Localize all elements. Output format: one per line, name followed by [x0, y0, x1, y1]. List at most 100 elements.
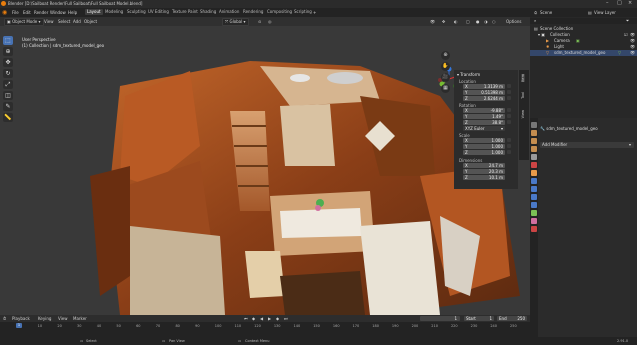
- menu-marker[interactable]: Marker: [73, 316, 87, 321]
- lock-icon[interactable]: [507, 114, 511, 118]
- orientation-dropdown[interactable]: ⤧ Global ▾: [222, 18, 249, 26]
- particles-tab-icon[interactable]: [531, 186, 537, 192]
- tool-tab-icon[interactable]: [531, 122, 537, 128]
- timeline-editor-icon[interactable]: ⏱: [3, 316, 6, 321]
- menu-view[interactable]: View: [44, 19, 54, 24]
- dimensions-x-field[interactable]: X 24.7 m: [463, 163, 505, 168]
- overlay-toggle-icon[interactable]: ◐: [454, 19, 458, 24]
- modifier-tab-icon[interactable]: [531, 178, 537, 184]
- current-frame-field[interactable]: 1: [420, 316, 460, 321]
- output-tab-icon[interactable]: [531, 138, 537, 144]
- material-tab-icon[interactable]: [531, 218, 537, 224]
- snap-icon[interactable]: ⊙: [258, 19, 261, 24]
- lock-icon[interactable]: [507, 144, 511, 148]
- jump-end-icon[interactable]: ⏭: [284, 316, 288, 321]
- lock-icon[interactable]: [507, 108, 511, 112]
- constraints-tab-icon[interactable]: [531, 202, 537, 208]
- rotation-x-field[interactable]: X -9.88°: [463, 108, 505, 113]
- world-tab-icon[interactable]: [531, 162, 537, 168]
- view-layer-tab-icon[interactable]: [531, 146, 537, 152]
- move-tool-icon[interactable]: ✥: [3, 58, 13, 67]
- shading-material-icon[interactable]: ◑: [484, 19, 488, 24]
- outliner-filter-icon[interactable]: ⌕: [534, 18, 536, 24]
- menu-help[interactable]: Help: [68, 10, 77, 15]
- location-x-field[interactable]: X 1.3139 m: [463, 84, 505, 89]
- play-reverse-icon[interactable]: ◀: [260, 316, 263, 321]
- add-modifier-dropdown[interactable]: Add Modifier ▾: [540, 142, 634, 148]
- lock-icon[interactable]: [507, 84, 511, 88]
- play-icon[interactable]: ▶: [268, 316, 271, 321]
- scale-z-field[interactable]: Z 1.000: [463, 150, 505, 155]
- lock-icon[interactable]: [507, 96, 511, 100]
- proportional-edit-icon[interactable]: ◎: [268, 19, 272, 24]
- lock-icon[interactable]: [507, 90, 511, 94]
- menu-view[interactable]: View: [58, 316, 68, 321]
- end-frame-field[interactable]: End 250: [497, 316, 527, 321]
- dimensions-z-field[interactable]: Z 10.1 m: [463, 175, 505, 180]
- tab-scripting[interactable]: Scripting: [292, 9, 314, 15]
- blender-menu-icon[interactable]: ◉: [2, 9, 7, 16]
- menu-window[interactable]: Window: [50, 10, 66, 15]
- menu-edit[interactable]: Edit: [23, 10, 31, 15]
- location-z-field[interactable]: Z 2.6244 m: [463, 96, 505, 101]
- lock-icon[interactable]: [507, 120, 511, 124]
- object-data-tab-icon[interactable]: [531, 210, 537, 216]
- tab-texture-paint[interactable]: Texture Paint: [170, 9, 200, 15]
- menu-select[interactable]: Select: [58, 19, 70, 24]
- lock-icon[interactable]: [507, 138, 511, 142]
- tab-layout[interactable]: Layout: [85, 9, 103, 15]
- zoom-view-icon[interactable]: ⊕: [441, 51, 450, 60]
- annotate-tool-icon[interactable]: ✎: [3, 102, 13, 111]
- rotate-tool-icon[interactable]: ↻: [3, 69, 13, 78]
- next-keyframe-icon[interactable]: ◆: [276, 316, 279, 321]
- 3d-viewport[interactable]: User Perspective (1) Collection | sdm_te…: [0, 26, 530, 315]
- shading-solid-icon[interactable]: ●: [476, 19, 480, 24]
- filter-funnel-icon[interactable]: ⏷: [626, 18, 629, 24]
- tab-animation[interactable]: Animation: [217, 9, 241, 15]
- options-menu[interactable]: Options: [506, 19, 521, 24]
- add-workspace-icon[interactable]: +: [313, 10, 316, 15]
- playhead[interactable]: 1: [16, 323, 22, 328]
- tab-sculpting[interactable]: Sculpting: [125, 9, 148, 15]
- measure-tool-icon[interactable]: 📏: [3, 113, 13, 122]
- tab-rendering[interactable]: Rendering: [241, 9, 265, 15]
- start-frame-field[interactable]: Start 1: [464, 316, 494, 321]
- list-item[interactable]: ▽ sdm_textured_model_geo ▽ 👁: [530, 50, 637, 56]
- menu-keying[interactable]: Keying: [38, 316, 51, 321]
- select-box-tool-icon[interactable]: ⬚: [3, 36, 13, 45]
- minimize-icon[interactable]: –: [606, 1, 609, 6]
- cursor-tool-icon[interactable]: ⊕: [3, 47, 13, 56]
- close-icon[interactable]: ×: [628, 1, 632, 6]
- object-tab-icon[interactable]: [531, 170, 537, 176]
- rotation-mode-dropdown[interactable]: XYZ Euler ▾: [463, 126, 505, 131]
- visibility-icon[interactable]: 👁: [430, 19, 435, 24]
- view-layer-name[interactable]: View Layer: [594, 10, 616, 15]
- menu-file[interactable]: File: [12, 10, 19, 15]
- projection-toggle-icon[interactable]: ▦: [441, 84, 450, 93]
- menu-add[interactable]: Add: [73, 19, 81, 24]
- menu-object[interactable]: Object: [84, 19, 97, 24]
- tab-tool[interactable]: Tool: [521, 92, 525, 99]
- tab-modeling[interactable]: Modeling: [103, 9, 125, 15]
- jump-start-icon[interactable]: ⏮: [244, 316, 248, 321]
- dimensions-y-field[interactable]: Y 20.3 m: [463, 169, 505, 174]
- xray-icon[interactable]: ▢: [466, 19, 470, 24]
- scene-tab-icon[interactable]: [531, 154, 537, 160]
- tab-item[interactable]: Item: [521, 74, 525, 82]
- transform-header[interactable]: ▾ Transform: [457, 72, 480, 77]
- menu-render[interactable]: Render: [34, 10, 48, 15]
- tab-view[interactable]: View: [521, 110, 525, 118]
- rotation-y-field[interactable]: Y 1.49°: [463, 114, 505, 119]
- scale-tool-icon[interactable]: ⤢: [3, 80, 13, 89]
- gizmo-toggle-icon[interactable]: ✥: [442, 19, 445, 24]
- shading-rendered-icon[interactable]: ○: [492, 19, 496, 24]
- scene-name[interactable]: Scene: [540, 10, 552, 15]
- prev-keyframe-icon[interactable]: ◆: [252, 316, 255, 321]
- pan-view-icon[interactable]: ✋: [441, 62, 450, 71]
- location-y-field[interactable]: Y 0.51398 m: [463, 90, 505, 95]
- render-tab-icon[interactable]: [531, 130, 537, 136]
- menu-playback[interactable]: Playback: [12, 316, 30, 321]
- tab-shading[interactable]: Shading: [198, 9, 218, 15]
- texture-tab-icon[interactable]: [531, 226, 537, 232]
- eye-icon[interactable]: 👁: [630, 50, 635, 56]
